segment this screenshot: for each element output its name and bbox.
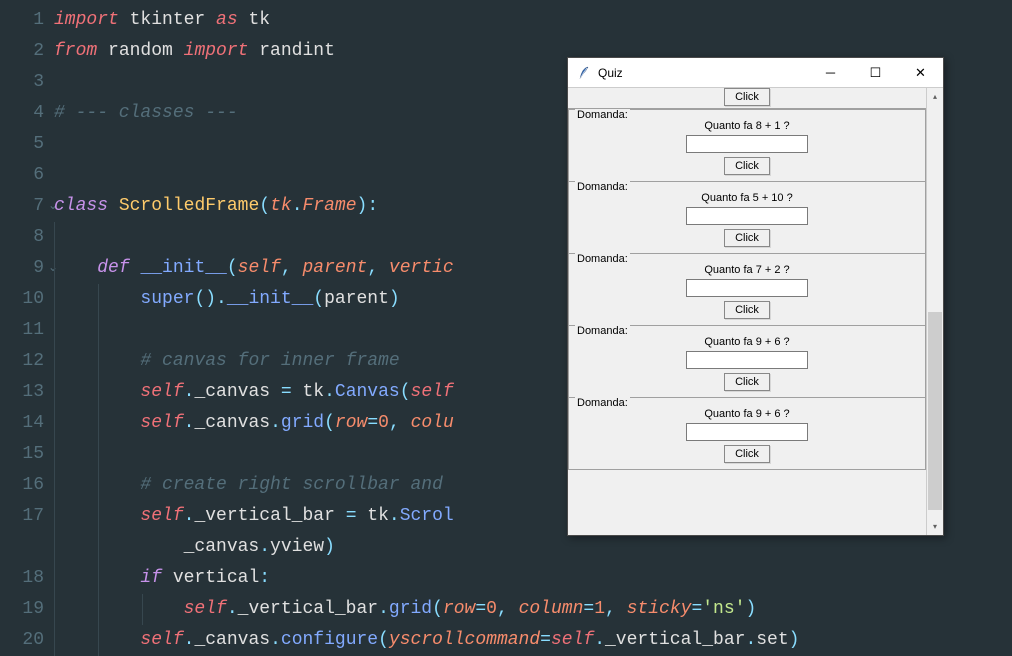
line-number: 2 <box>0 36 54 67</box>
quiz-window: Quiz ─ ☐ ✕ Click Domanda:Quanto fa 8 + 1… <box>567 57 944 536</box>
question-text: Quanto fa 7 + 2 ? <box>569 264 925 276</box>
scroll-down-arrow[interactable]: ▾ <box>927 518 943 535</box>
code-line[interactable]: if vertical: <box>54 563 1012 594</box>
question-group: Domanda:Quanto fa 8 + 1 ? Click <box>568 109 926 182</box>
line-number: 5 <box>0 129 54 160</box>
line-number: 7 <box>0 191 54 222</box>
question-group: Domanda:Quanto fa 9 + 6 ? Click <box>568 326 926 398</box>
quiz-top-click-row: Click <box>568 88 926 109</box>
click-button[interactable]: Click <box>724 157 770 175</box>
code-line[interactable]: import tkinter as tk <box>54 5 1012 36</box>
line-number: 3 <box>0 67 54 98</box>
click-button[interactable]: Click <box>724 445 770 463</box>
line-number: 20 <box>0 625 54 656</box>
line-number: 9 <box>0 253 54 284</box>
question-group: Domanda:Quanto fa 5 + 10 ? Click <box>568 182 926 254</box>
scrollbar[interactable]: ▴ ▾ <box>926 88 943 535</box>
line-number: 10 <box>0 284 54 315</box>
code-line[interactable]: self._canvas.configure(yscrollcommand=se… <box>54 625 1012 656</box>
question-text: Quanto fa 8 + 1 ? <box>569 120 925 132</box>
line-number: 8 <box>0 222 54 253</box>
line-number: 16 <box>0 470 54 501</box>
question-group: Domanda:Quanto fa 9 + 6 ? Click <box>568 398 926 470</box>
line-number <box>0 532 54 563</box>
line-number: 15 <box>0 439 54 470</box>
line-number: 18 <box>0 563 54 594</box>
question-legend: Domanda: <box>575 253 630 265</box>
question-legend: Domanda: <box>575 181 630 193</box>
scroll-up-arrow[interactable]: ▴ <box>927 88 943 105</box>
window-title: Quiz <box>598 66 808 80</box>
question-legend: Domanda: <box>575 109 630 121</box>
line-number: 19 <box>0 594 54 625</box>
answer-input[interactable] <box>686 351 808 369</box>
answer-input[interactable] <box>686 423 808 441</box>
line-number: 1 <box>0 5 54 36</box>
question-text: Quanto fa 5 + 10 ? <box>569 192 925 204</box>
question-text: Quanto fa 9 + 6 ? <box>569 336 925 348</box>
line-number: 11 <box>0 315 54 346</box>
code-line[interactable]: self._vertical_bar.grid(row=0, column=1,… <box>54 594 1012 625</box>
answer-input[interactable] <box>686 135 808 153</box>
maximize-button[interactable]: ☐ <box>853 58 898 87</box>
line-number: 6 <box>0 160 54 191</box>
titlebar[interactable]: Quiz ─ ☐ ✕ <box>568 58 943 88</box>
question-group: Domanda:Quanto fa 7 + 2 ? Click <box>568 254 926 326</box>
answer-input[interactable] <box>686 207 808 225</box>
code-line[interactable]: _canvas.yview) <box>54 532 1012 563</box>
line-number: 14 <box>0 408 54 439</box>
question-legend: Domanda: <box>575 397 630 409</box>
line-number: 17 <box>0 501 54 532</box>
close-button[interactable]: ✕ <box>898 58 943 87</box>
scroll-thumb[interactable] <box>928 312 942 510</box>
click-button[interactable]: Click <box>724 301 770 319</box>
question-text: Quanto fa 9 + 6 ? <box>569 408 925 420</box>
answer-input[interactable] <box>686 279 808 297</box>
line-number: 12 <box>0 346 54 377</box>
tkinter-icon <box>576 65 592 81</box>
quiz-content: Click Domanda:Quanto fa 8 + 1 ?ClickDoma… <box>568 88 926 535</box>
click-button[interactable]: Click <box>724 229 770 247</box>
line-number: 13 <box>0 377 54 408</box>
minimize-button[interactable]: ─ <box>808 58 853 87</box>
line-number-gutter: 1234567891011121314151617181920 <box>0 0 54 653</box>
line-number: 4 <box>0 98 54 129</box>
question-legend: Domanda: <box>575 325 630 337</box>
window-buttons: ─ ☐ ✕ <box>808 58 943 87</box>
click-button[interactable]: Click <box>724 373 770 391</box>
click-button[interactable]: Click <box>724 88 770 106</box>
scroll-track[interactable] <box>927 105 943 518</box>
